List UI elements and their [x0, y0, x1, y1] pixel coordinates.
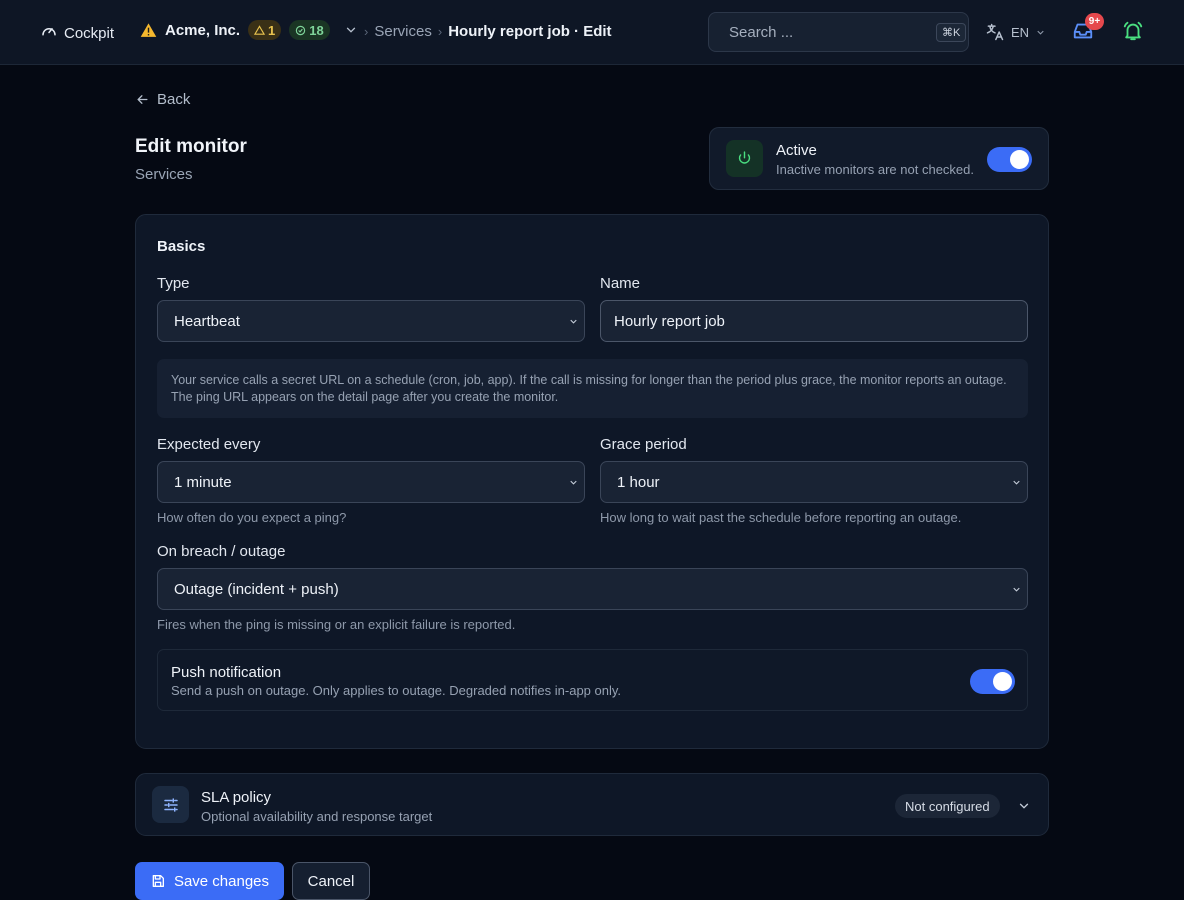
name-input[interactable]: Hourly report job	[600, 300, 1028, 342]
sla-title: SLA policy	[201, 789, 272, 806]
brand-link[interactable]: Cockpit	[40, 22, 114, 44]
language-switcher[interactable]: EN	[985, 22, 1046, 42]
type-select-value: Heartbeat	[174, 312, 240, 330]
org-switcher[interactable]: Acme, Inc. 1 18	[140, 20, 358, 40]
push-notification-setting: Push notification Send a push on outage.…	[157, 649, 1028, 711]
breadcrumb: › Services › Hourly report job · Edit	[364, 23, 612, 40]
warning-count: 1	[268, 22, 276, 38]
breadcrumb-separator: ›	[364, 24, 369, 39]
push-notification-title: Push notification	[171, 664, 282, 681]
chevron-down-icon	[570, 480, 577, 485]
page-title: Edit monitor	[135, 136, 247, 157]
sla-policy-card[interactable]: SLA policy Optional availability and res…	[135, 773, 1049, 836]
on-breach-value: Outage (incident + push)	[174, 580, 339, 598]
search-box[interactable]: ⌘K	[708, 12, 969, 52]
expected-every-hint: How often do you expect a ping?	[157, 510, 347, 525]
save-changes-button[interactable]: Save changes	[135, 862, 284, 900]
section-title-basics: Basics	[157, 238, 206, 255]
back-link[interactable]: Back	[135, 91, 190, 108]
top-bar: Cockpit Acme, Inc. 1 18 › Services › Hou…	[0, 0, 1184, 65]
breadcrumb-services[interactable]: Services	[374, 23, 432, 40]
on-breach-select[interactable]: Outage (incident + push)	[157, 568, 1028, 610]
breadcrumb-separator: ›	[437, 24, 443, 39]
push-notification-description: Send a push on outage. Only applies to o…	[171, 683, 622, 698]
breadcrumb-current: Hourly report job · Edit	[448, 23, 612, 40]
sliders-icon	[152, 786, 189, 823]
on-breach-hint: Fires when the ping is missing or an exp…	[157, 617, 516, 632]
expected-every-label: Expected every	[157, 436, 261, 453]
active-title: Active	[776, 142, 817, 159]
push-notification-toggle[interactable]	[970, 669, 1015, 694]
chevron-down-icon[interactable]	[1017, 799, 1031, 813]
power-icon	[726, 140, 763, 177]
gauge-icon	[40, 22, 58, 44]
grace-period-hint: How long to wait past the schedule befor…	[600, 510, 962, 525]
name-label: Name	[600, 275, 641, 292]
back-label: Back	[157, 91, 191, 108]
expected-every-value: 1 minute	[174, 473, 232, 491]
active-status-card: Active Inactive monitors are not checked…	[709, 127, 1049, 190]
chevron-down-icon[interactable]	[344, 23, 358, 37]
grace-period-label: Grace period	[600, 436, 687, 453]
name-input-value: Hourly report job	[614, 312, 725, 330]
heartbeat-info-text: Your service calls a secret URL on a sch…	[157, 359, 1028, 418]
sla-status-badge: Not configured	[895, 794, 1000, 818]
ok-count-badge: 18	[289, 20, 330, 40]
grace-period-value: 1 hour	[617, 473, 660, 491]
ok-count: 18	[309, 22, 324, 38]
translate-icon	[986, 23, 1004, 41]
save-changes-label: Save changes	[173, 872, 270, 890]
type-select[interactable]: Heartbeat	[157, 300, 585, 342]
brand-name: Cockpit	[64, 24, 115, 42]
sla-description: Optional availability and response targe…	[201, 809, 433, 824]
expected-every-select[interactable]: 1 minute	[157, 461, 585, 503]
chevron-down-icon	[1013, 587, 1020, 592]
alert-triangle-icon	[254, 24, 266, 35]
active-toggle[interactable]	[987, 147, 1032, 172]
page-subtitle: Services	[135, 166, 193, 183]
chevron-down-icon	[570, 319, 577, 324]
chevron-down-icon	[1037, 30, 1044, 35]
arrow-left-icon	[137, 95, 148, 104]
search-shortcut: ⌘K	[936, 22, 967, 42]
basics-card: Basics Type Heartbeat Name Hourly report…	[135, 214, 1049, 749]
search-input[interactable]	[729, 23, 928, 41]
on-breach-label: On breach / outage	[157, 543, 286, 560]
save-icon	[152, 875, 164, 887]
language-code: EN	[1011, 24, 1030, 40]
inbox-badge: 9+	[1085, 13, 1104, 30]
notifications-button[interactable]	[1122, 20, 1144, 42]
active-description: Inactive monitors are not checked.	[776, 162, 974, 177]
bell-ringing-icon	[1123, 21, 1143, 41]
check-circle-icon	[296, 25, 306, 35]
grace-period-select[interactable]: 1 hour	[600, 461, 1028, 503]
chevron-down-icon	[1013, 480, 1020, 485]
cancel-button[interactable]: Cancel	[292, 862, 370, 900]
org-name: Acme, Inc.	[165, 21, 241, 39]
type-label: Type	[157, 275, 190, 292]
warning-count-badge: 1	[248, 20, 282, 40]
warning-triangle-icon	[140, 22, 157, 39]
